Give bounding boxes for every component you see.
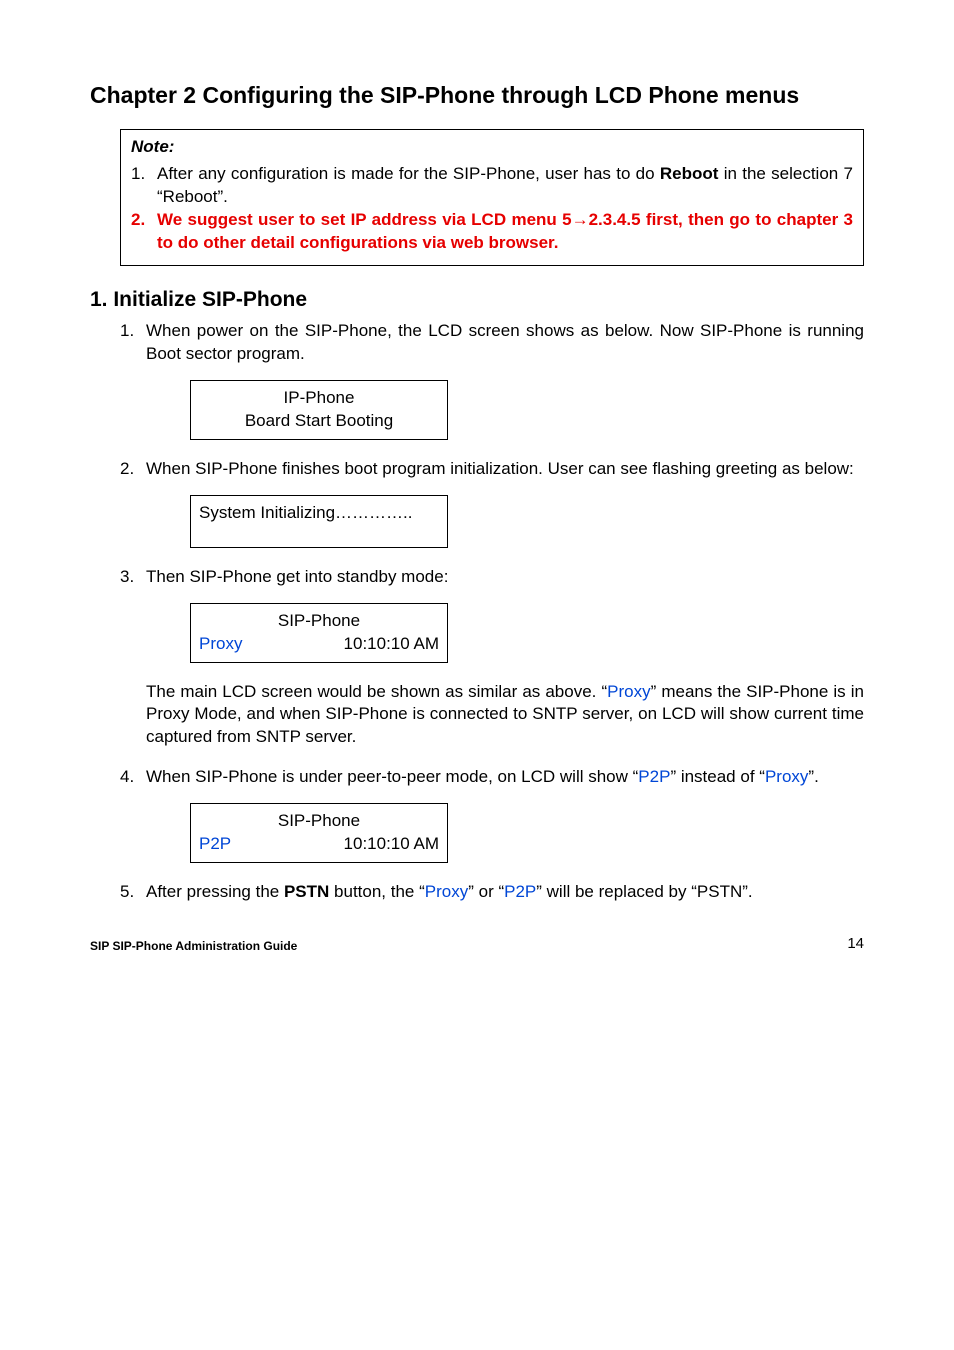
step-number: 4. <box>120 766 146 789</box>
lcd-row: P2P 10:10:10 AM <box>199 833 439 856</box>
lcd-line: IP-Phone <box>199 387 439 410</box>
lcd-time: 10:10:10 AM <box>344 833 439 856</box>
text: The main LCD screen would be shown as si… <box>146 682 607 701</box>
text: ” or “ <box>468 882 504 901</box>
step-number: 2. <box>120 458 146 481</box>
note-text-bold: Reboot <box>660 164 719 183</box>
note-text-pre: After any configuration is made for the … <box>157 164 660 183</box>
section-title: 1. Initialize SIP-Phone <box>90 286 864 314</box>
text: ” instead of “ <box>670 767 765 786</box>
steps-list: 5. After pressing the PSTN button, the “… <box>120 881 864 904</box>
lcd-display: System Initializing………….. <box>190 495 448 548</box>
note-title: Note: <box>131 136 853 159</box>
steps-list: 4. When SIP-Phone is under peer-to-peer … <box>120 766 864 789</box>
text-blue: Proxy <box>765 767 808 786</box>
step-text: After pressing the PSTN button, the “Pro… <box>146 881 864 904</box>
list-item: 3. Then SIP-Phone get into standby mode: <box>120 566 864 589</box>
step-number: 1. <box>120 320 146 366</box>
lcd-mode-label: P2P <box>199 833 231 856</box>
lcd-row: Proxy 10:10:10 AM <box>199 633 439 656</box>
text-blue: Proxy <box>607 682 650 701</box>
text-blue: P2P <box>504 882 536 901</box>
lcd-line: System Initializing………….. <box>199 502 439 525</box>
chapter-title: Chapter 2 Configuring the SIP-Phone thro… <box>90 80 864 111</box>
text: button, the “ <box>329 882 424 901</box>
lcd-line: Board Start Booting <box>199 410 439 433</box>
text-blue: Proxy <box>425 882 468 901</box>
steps-list: 3. Then SIP-Phone get into standby mode: <box>120 566 864 589</box>
list-item: 5. After pressing the PSTN button, the “… <box>120 881 864 904</box>
list-item: 1. When power on the SIP-Phone, the LCD … <box>120 320 864 366</box>
step-paragraph: The main LCD screen would be shown as si… <box>146 681 864 750</box>
text: ”. <box>808 767 818 786</box>
list-item: 2. When SIP-Phone finishes boot program … <box>120 458 864 481</box>
step-text: When SIP-Phone is under peer-to-peer mod… <box>146 766 864 789</box>
lcd-display: SIP-Phone P2P 10:10:10 AM <box>190 803 448 863</box>
text: After pressing the <box>146 882 284 901</box>
step-text: Then SIP-Phone get into standby mode: <box>146 566 864 589</box>
note-item-number: 2. <box>131 209 157 255</box>
note-box: Note: 1. After any configuration is made… <box>120 129 864 266</box>
lcd-line: SIP-Phone <box>199 810 439 833</box>
note-item-text: We suggest user to set IP address via LC… <box>157 209 853 255</box>
lcd-display: IP-Phone Board Start Booting <box>190 380 448 440</box>
text: ” will be replaced by “PSTN”. <box>536 882 752 901</box>
page-footer: SIP SIP-Phone Administration Guide 14 <box>90 934 864 954</box>
note-item: 2. We suggest user to set IP address via… <box>131 209 853 255</box>
note-item: 1. After any configuration is made for t… <box>131 163 853 209</box>
text-bold: PSTN <box>284 882 329 901</box>
text: When SIP-Phone is under peer-to-peer mod… <box>146 767 638 786</box>
lcd-time: 10:10:10 AM <box>344 633 439 656</box>
note-item-text: After any configuration is made for the … <box>157 163 853 209</box>
steps-list: 1. When power on the SIP-Phone, the LCD … <box>120 320 864 366</box>
steps-list: 2. When SIP-Phone finishes boot program … <box>120 458 864 481</box>
text-blue: P2P <box>638 767 670 786</box>
lcd-display: SIP-Phone Proxy 10:10:10 AM <box>190 603 448 663</box>
step-number: 3. <box>120 566 146 589</box>
step-text: When power on the SIP-Phone, the LCD scr… <box>146 320 864 366</box>
page-number: 14 <box>847 934 864 954</box>
list-item: 4. When SIP-Phone is under peer-to-peer … <box>120 766 864 789</box>
footer-doc-title: SIP SIP-Phone Administration Guide <box>90 938 297 954</box>
note-item-number: 1. <box>131 163 157 209</box>
step-text: When SIP-Phone finishes boot program ini… <box>146 458 864 481</box>
lcd-mode-label: Proxy <box>199 633 242 656</box>
lcd-line: SIP-Phone <box>199 610 439 633</box>
step-number: 5. <box>120 881 146 904</box>
